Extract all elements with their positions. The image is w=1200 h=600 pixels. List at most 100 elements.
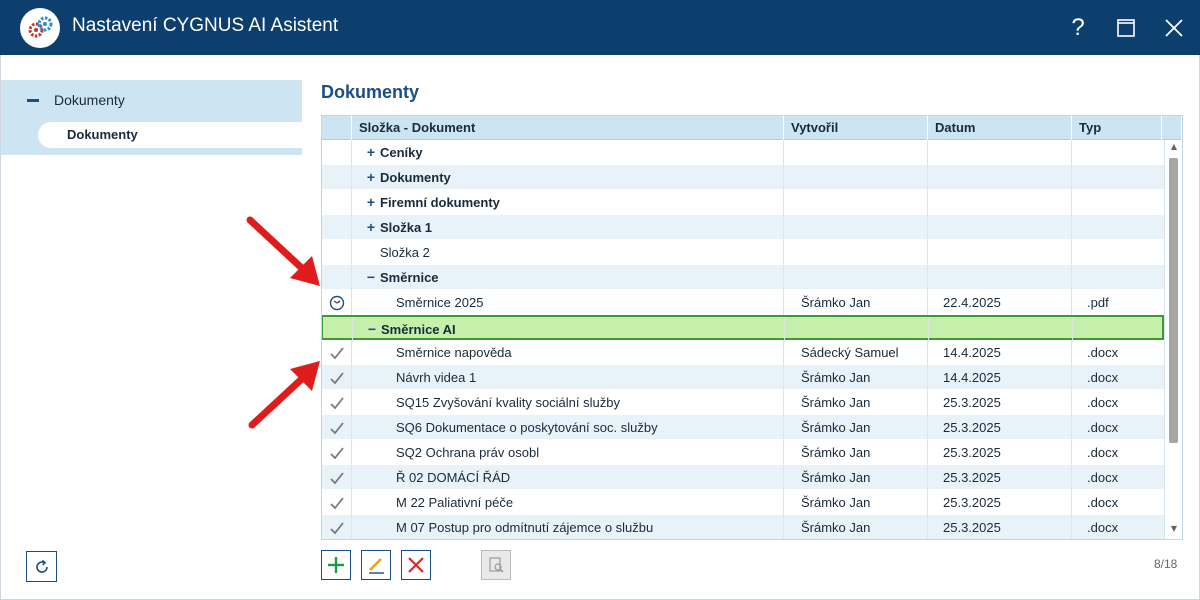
folder-label: Firemní dokumenty: [380, 195, 500, 210]
pager-indicator: 8/18: [1154, 557, 1178, 571]
folder-row[interactable]: − Směrnice: [322, 265, 1164, 290]
sidebar-item-label: Dokumenty: [67, 127, 138, 142]
date-cell: 25.3.2025: [928, 465, 1072, 490]
expand-icon[interactable]: +: [364, 165, 378, 190]
help-button[interactable]: ?: [1060, 10, 1096, 46]
grid-rows: + Ceníky + Dokumenty + Firemní dokumenty + Slož…: [322, 140, 1164, 539]
author-cell: [784, 190, 928, 215]
document-row[interactable]: M 22 Paliativní péče Šrámko Jan 25.3.2025.…: [322, 490, 1164, 515]
document-row[interactable]: Směrnice napověda Sádecký Samuel 14.4.2025…: [322, 340, 1164, 365]
column-header-author[interactable]: Vytvořil: [784, 116, 928, 140]
sidebar-group-header[interactable]: Dokumenty: [1, 80, 302, 122]
expand-icon[interactable]: +: [364, 140, 378, 165]
close-button[interactable]: [1156, 10, 1192, 46]
document-label: SQ15 Zvyšování kvality sociální služby: [396, 395, 620, 410]
main-panel: Dokumenty Složka - Dokument Vytvořil Dat…: [301, 55, 1200, 600]
document-row[interactable]: SQ15 Zvyšování kvality sociální služby Šr…: [322, 390, 1164, 415]
scroll-down-icon[interactable]: ▼: [1168, 524, 1180, 534]
annotation-arrow-icon: [246, 216, 320, 286]
folder-row[interactable]: − Směrnice AI: [322, 315, 1164, 342]
collapse-icon[interactable]: −: [365, 317, 379, 342]
check-icon: [322, 465, 352, 490]
date-cell: [928, 140, 1072, 165]
type-cell: .docx: [1087, 470, 1119, 485]
document-row[interactable]: Návrh videa 1 Šrámko Jan 14.4.2025 .docx: [322, 365, 1164, 390]
window-title: Nastavení CYGNUS AI Asistent: [72, 15, 339, 36]
grid-header: Složka - Dokument Vytvořil Datum Typ: [322, 116, 1182, 140]
collapse-icon[interactable]: −: [364, 265, 378, 290]
name-cell: Směrnice 2025: [352, 290, 784, 315]
column-header-folder-document[interactable]: Složka - Dokument: [352, 116, 784, 140]
maximize-button[interactable]: [1108, 10, 1144, 46]
author-cell: Šrámko Jan: [784, 515, 928, 539]
document-label: M 22 Paliativní péče: [396, 495, 514, 510]
refresh-button[interactable]: [26, 551, 57, 582]
author-cell: Šrámko Jan: [784, 465, 928, 490]
expand-icon[interactable]: +: [364, 215, 378, 240]
folder-row[interactable]: Složka 2: [322, 240, 1164, 265]
author-cell: [784, 215, 928, 240]
type-cell: .docx: [1087, 495, 1119, 510]
type-cell: [1072, 215, 1164, 240]
document-label: M 07 Postup pro odmítnutí zájemce o služ…: [396, 520, 654, 535]
name-cell: Návrh videa 1: [352, 365, 784, 390]
sidebar-item-dokumenty[interactable]: Dokumenty: [38, 122, 302, 148]
scroll-up-icon[interactable]: ▲: [1168, 142, 1180, 152]
delete-icon: [408, 557, 424, 573]
column-header-spacer: [1162, 116, 1182, 140]
author-cell: [785, 317, 929, 342]
maximize-icon: [1117, 19, 1135, 37]
date-cell: [928, 190, 1072, 215]
folder-row[interactable]: + Ceníky: [322, 140, 1164, 165]
author-cell: [784, 140, 928, 165]
author-cell: Šrámko Jan: [784, 290, 928, 315]
edit-button[interactable]: [361, 550, 391, 580]
name-cell: SQ2 Ochrana práv osobl: [352, 440, 784, 465]
sidebar-group-dokumenty: Dokumenty Dokumenty: [1, 80, 302, 155]
name-cell: + Dokumenty: [352, 165, 784, 190]
delete-button[interactable]: [401, 550, 431, 580]
column-header-type[interactable]: Typ: [1072, 116, 1162, 140]
name-cell: − Směrnice AI: [353, 317, 785, 342]
column-header-date[interactable]: Datum: [928, 116, 1072, 140]
document-label: Směrnice napověda: [396, 345, 512, 360]
date-cell: [928, 215, 1072, 240]
name-cell: − Směrnice: [352, 265, 784, 290]
vertical-scrollbar[interactable]: ▲ ▼: [1164, 140, 1182, 539]
date-cell: 14.4.2025: [928, 340, 1072, 365]
column-header-status: [322, 116, 352, 140]
plus-icon: [328, 557, 344, 573]
folder-row[interactable]: + Složka 1: [322, 215, 1164, 240]
date-cell: 25.3.2025: [928, 415, 1072, 440]
folder-row[interactable]: + Dokumenty: [322, 165, 1164, 190]
type-cell: .docx: [1087, 520, 1119, 535]
status-cell: [322, 165, 352, 190]
folder-row[interactable]: + Firemní dokumenty: [322, 190, 1164, 215]
name-cell: Složka 2: [352, 240, 784, 265]
document-row[interactable]: SQ6 Dokumentace o poskytování soc. služb…: [322, 415, 1164, 440]
check-icon: [322, 440, 352, 465]
folder-label: Složka 2: [380, 245, 430, 260]
type-cell: [1072, 190, 1164, 215]
title-bar: Nastavení CYGNUS AI Asistent ?: [0, 0, 1200, 55]
document-row[interactable]: SQ2 Ochrana práv osobl Šrámko Jan 25.3.202…: [322, 440, 1164, 465]
name-cell: M 22 Paliativní péče: [352, 490, 784, 515]
scrollbar-thumb[interactable]: [1169, 158, 1178, 443]
document-row[interactable]: Směrnice 2025 Šrámko Jan 22.4.2025 .pdf: [322, 290, 1164, 315]
author-cell: [784, 265, 928, 290]
date-cell: 25.3.2025: [928, 440, 1072, 465]
preview-button[interactable]: [481, 550, 511, 580]
date-cell: 14.4.2025: [928, 365, 1072, 390]
sidebar-group-label: Dokumenty: [54, 92, 125, 108]
name-cell: SQ15 Zvyšování kvality sociální služby: [352, 390, 784, 415]
date-cell: [928, 240, 1072, 265]
page-title: Dokumenty: [321, 82, 420, 102]
folder-label: Směrnice: [380, 270, 439, 285]
document-row[interactable]: Ř 02 DOMÁCÍ ŘÁD Šrámko Jan 25.3.2025 .docx: [322, 465, 1164, 490]
expand-icon[interactable]: +: [364, 190, 378, 215]
document-row[interactable]: M 07 Postup pro odmítnutí zájemce o služ…: [322, 515, 1164, 539]
document-grid: Složka - Dokument Vytvořil Datum Typ + Ce…: [321, 115, 1183, 540]
type-cell: [1072, 240, 1164, 265]
document-label: SQ6 Dokumentace o poskytování soc. služb…: [396, 420, 658, 435]
add-button[interactable]: [321, 550, 351, 580]
